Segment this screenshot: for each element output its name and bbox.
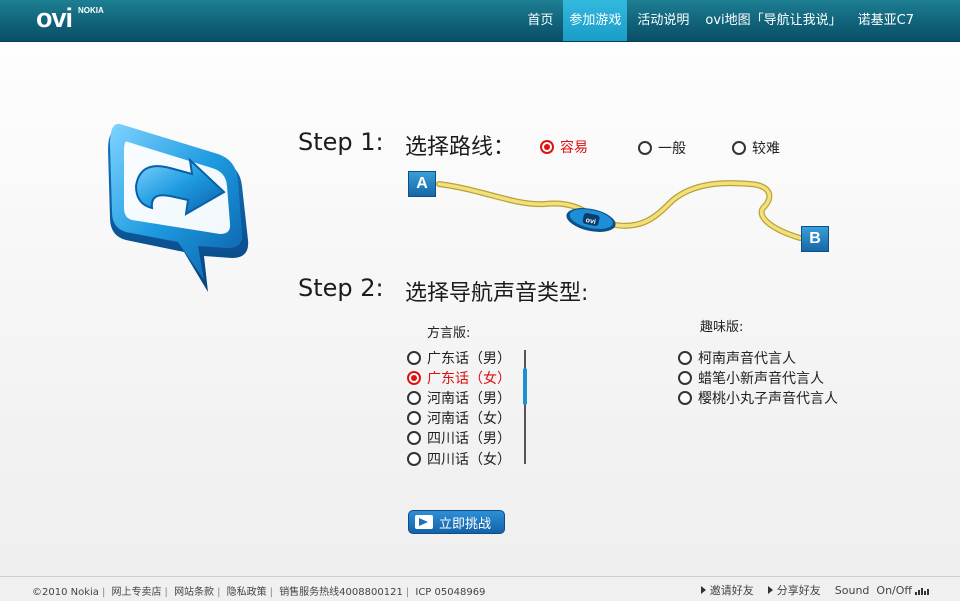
radio-icon [407, 431, 421, 445]
step1-title: 选择路线： [405, 135, 516, 160]
radio-icon [407, 351, 421, 365]
footer: ©2010 Nokia | 网上专卖店 | 网站条款 | 隐私政策 | 销售服务热线40… [0, 576, 960, 601]
sound-toggle[interactable]: Sound On/Off [835, 584, 930, 597]
nav-item-ovi-maps[interactable]: ovi地图「导航让我说」 [699, 0, 847, 41]
route-option-label: 容易 [560, 140, 588, 156]
route-option-hard[interactable]: 较难 [732, 138, 780, 158]
voice-option-label: 柯南声音代言人 [698, 351, 796, 367]
share-friends-link[interactable]: 分享好友 [767, 582, 821, 598]
share-label: 分享好友 [776, 584, 821, 597]
voice-option[interactable]: 四川话（女） [407, 449, 511, 469]
radio-icon [732, 141, 746, 155]
main-nav: 首页 参加游戏 活动说明 ovi地图「导航让我说」 诺基亚C7 [517, 0, 920, 41]
voice-option-label: 蜡笔小新声音代言人 [698, 371, 824, 387]
route-option-label: 一般 [658, 141, 686, 157]
footer-actions: 邀请好友 分享好友 Sound On/Off [687, 582, 930, 598]
nav-item-nokia-c7[interactable]: 诺基亚C7 [852, 0, 920, 41]
arrow-right-icon [415, 515, 433, 529]
route-option-easy[interactable]: 容易 [540, 137, 588, 157]
radio-icon [678, 371, 692, 385]
voice-option-label: 河南话（女） [427, 411, 511, 427]
radio-icon [638, 141, 652, 155]
logo-text: ovi [36, 3, 73, 33]
footer-icp: ICP 05048969 [415, 587, 486, 598]
footer-links: ©2010 Nokia | 网上专卖店 | 网站条款 | 隐私政策 | 销售服务热线40… [32, 587, 486, 598]
voice-option[interactable]: 四川话（男） [407, 428, 511, 448]
route-end-marker: B [801, 226, 829, 252]
step2-label: Step 2: [298, 274, 384, 302]
radio-icon [407, 391, 421, 405]
play-arrow-icon [700, 586, 706, 594]
step1-label: Step 1: [298, 128, 384, 156]
footer-link-terms[interactable]: 网站条款 [174, 587, 214, 598]
challenge-button-label: 立即挑战 [439, 516, 492, 532]
footer-link-privacy[interactable]: 隐私政策 [227, 587, 267, 598]
nav-item-rules[interactable]: 活动说明 [631, 0, 695, 41]
route-map: ovi [436, 180, 803, 241]
dialect-group-label: 方言版: [427, 326, 471, 341]
voice-option[interactable]: 河南话（女） [407, 408, 511, 428]
voice-option-label: 四川话（女） [427, 452, 511, 468]
step2-title: 选择导航声音类型: [405, 281, 589, 306]
radio-selected-icon [540, 140, 554, 154]
voice-option-label: 广东话（男） [427, 351, 511, 367]
sound-label: Sound On/Off [834, 583, 912, 597]
footer-hotline: 销售服务热线4008800121 [279, 587, 403, 598]
nav-item-home[interactable]: 首页 [521, 0, 559, 41]
challenge-now-button[interactable]: 立即挑战 [408, 510, 505, 534]
voice-option[interactable]: 樱桃小丸子声音代言人 [678, 388, 838, 408]
nokia-brand: NOKIA [78, 6, 104, 15]
dialect-list-scroll-thumb[interactable] [523, 368, 527, 405]
radio-icon [407, 452, 421, 466]
invite-label: 邀请好友 [709, 584, 754, 597]
invite-friends-link[interactable]: 邀请好友 [700, 582, 754, 598]
radio-icon [678, 351, 692, 365]
radio-icon [678, 391, 692, 405]
radio-selected-icon [407, 371, 421, 385]
sound-bars-icon [915, 586, 930, 595]
play-arrow-icon [767, 586, 773, 594]
voice-option-label: 广东话（女） [427, 371, 511, 387]
nav-item-play[interactable]: 参加游戏 [563, 0, 628, 41]
fun-group-label: 趣味版: [700, 320, 744, 335]
voice-option[interactable]: 广东话（女） [407, 368, 511, 388]
voice-option[interactable]: 河南话（男） [407, 388, 511, 408]
voice-option-label: 樱桃小丸子声音代言人 [698, 391, 838, 407]
voice-option-label: 河南话（男） [427, 391, 511, 407]
top-bar: ovi NOKIA 首页 参加游戏 活动说明 ovi地图「导航让我说」 诺基亚C… [0, 0, 960, 42]
footer-copyright: ©2010 Nokia [32, 587, 99, 598]
radio-icon [407, 411, 421, 425]
route-start-marker: A [408, 171, 436, 197]
footer-link-store[interactable]: 网上专卖店 [112, 587, 162, 598]
voice-option[interactable]: 广东话（男） [407, 348, 511, 368]
route-option-medium[interactable]: 一般 [638, 138, 686, 158]
route-option-label: 较难 [752, 141, 780, 157]
voice-option-label: 四川话（男） [427, 431, 511, 447]
voice-option[interactable]: 柯南声音代言人 [678, 348, 796, 368]
voice-option[interactable]: 蜡笔小新声音代言人 [678, 368, 824, 388]
navigation-arrow-logo [108, 123, 249, 292]
